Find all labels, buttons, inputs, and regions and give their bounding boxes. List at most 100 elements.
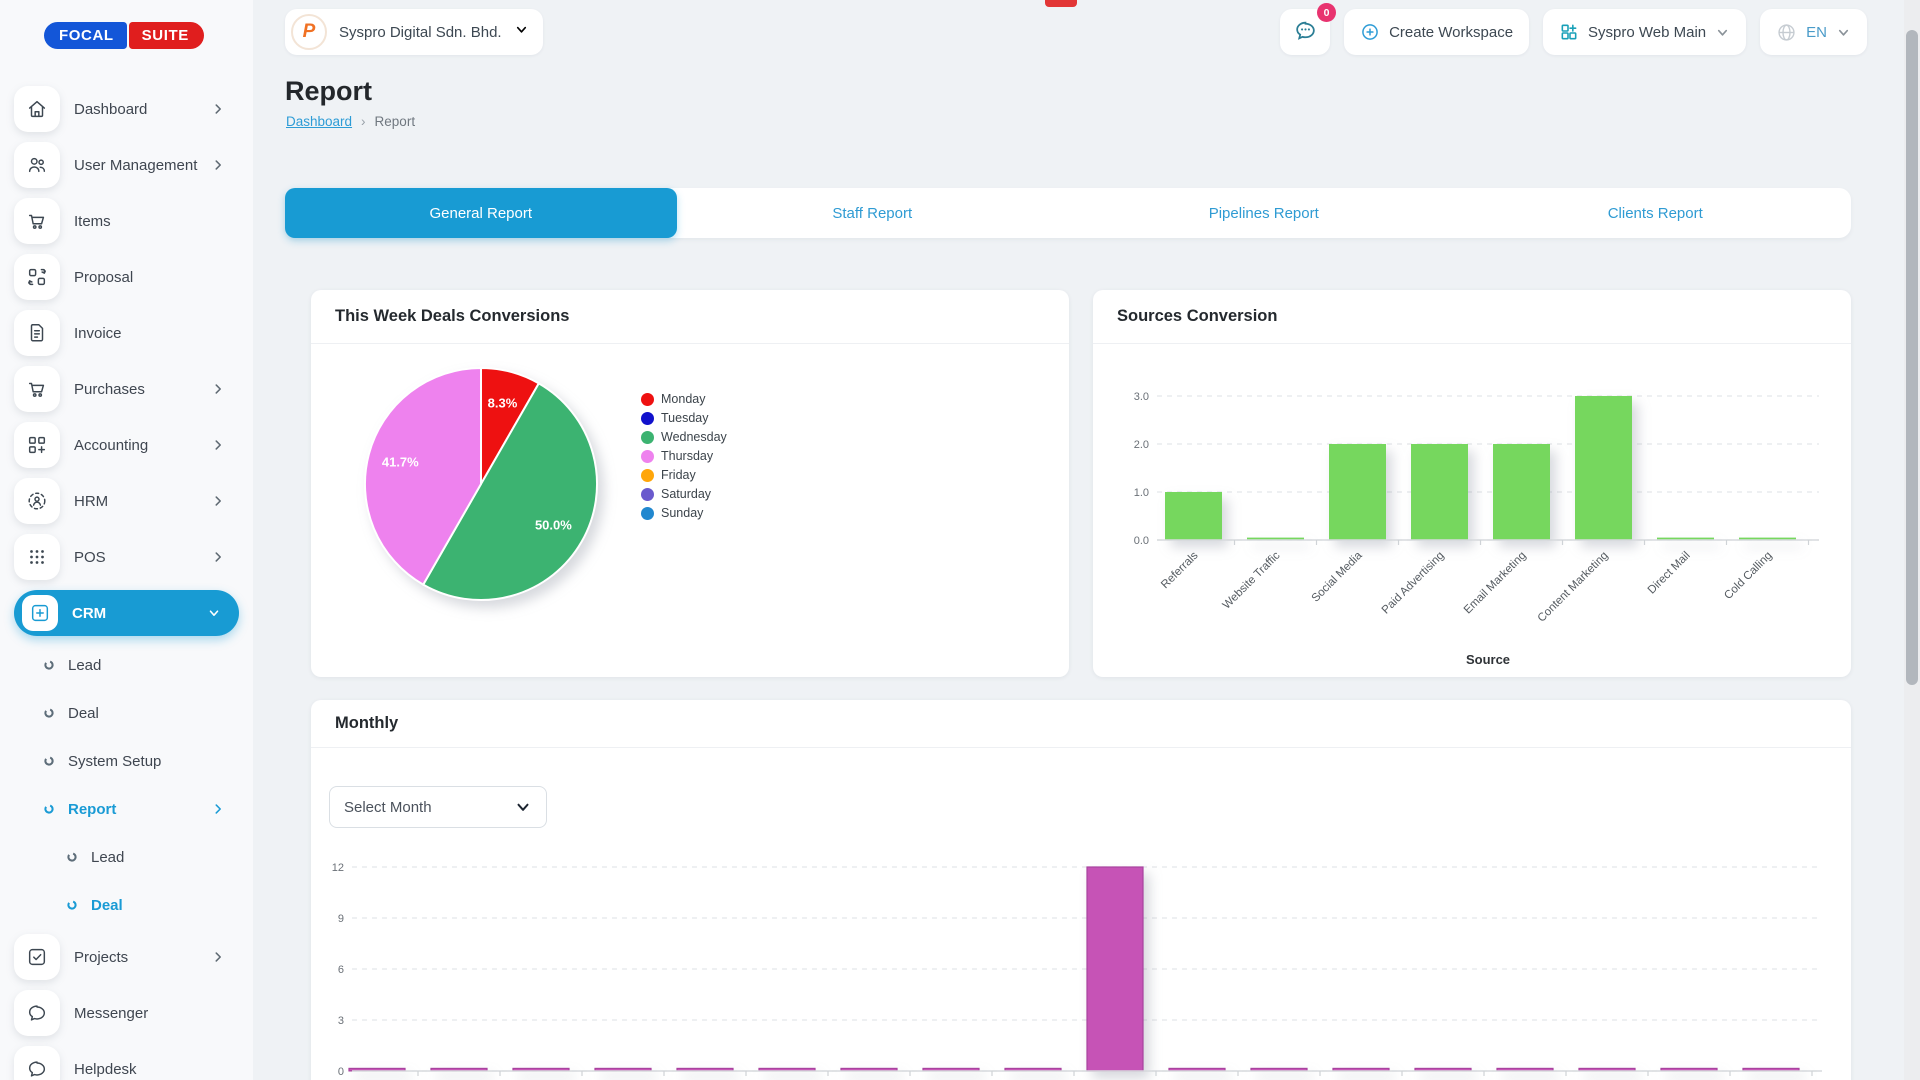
sidebar-item-dashboard[interactable]: Dashboard [14, 86, 239, 132]
create-workspace-button[interactable]: Create Workspace [1344, 9, 1529, 55]
sidebar-item-label: Accounting [74, 437, 148, 454]
home-icon [14, 86, 60, 132]
projects-icon [14, 934, 60, 980]
scrollbar-thumb[interactable] [1906, 30, 1918, 685]
svg-text:Website Traffic: Website Traffic [1221, 549, 1283, 611]
bullet-icon [43, 803, 55, 815]
chevron-down-icon [1715, 25, 1730, 40]
workspace-selector[interactable]: Syspro Web Main [1543, 9, 1746, 55]
page-title: Report [285, 76, 372, 107]
sidebar-subsubitem-deal[interactable]: Deal [14, 886, 239, 924]
crm-icon [22, 595, 58, 631]
tab-clients-report[interactable]: Clients Report [1460, 188, 1852, 238]
chat-icon [1293, 18, 1318, 46]
sidebar-subitem-report[interactable]: Report [14, 790, 239, 828]
svg-text:3: 3 [338, 1015, 344, 1027]
sidebar-item-items[interactable]: Items [14, 198, 239, 244]
legend-label: Saturday [661, 487, 711, 501]
sidebar-item-invoice[interactable]: Invoice [14, 310, 239, 356]
chevron-right-icon [211, 102, 225, 116]
legend-dot [641, 488, 654, 501]
workspace-name: Syspro Web Main [1588, 24, 1706, 41]
topbar: P Syspro Digital Sdn. Bhd. 0 Create Work… [285, 6, 1867, 58]
breadcrumb: Dashboard › Report [286, 114, 415, 129]
chevron-down-icon [514, 22, 529, 42]
tab-staff-report[interactable]: Staff Report [677, 188, 1069, 238]
chevron-right-icon [211, 550, 225, 564]
sidebar-item-proposal[interactable]: Proposal [14, 254, 239, 300]
sidebar-subitem-deal[interactable]: Deal [14, 694, 239, 732]
tab-general-report[interactable]: General Report [285, 188, 677, 238]
month-select[interactable]: Select Month [329, 786, 547, 828]
focal-suite-logo[interactable]: FOCAL SUITE [44, 22, 253, 49]
legend-label: Tuesday [661, 411, 708, 425]
sidebar-item-label: Invoice [74, 325, 122, 342]
week-deals-pie-chart: 8.3%50.0%41.7% [335, 346, 627, 633]
legend-label: Sunday [661, 506, 703, 520]
sidebar-item-helpdesk[interactable]: Helpdesk [14, 1046, 239, 1080]
legend-item-friday: Friday [641, 468, 727, 482]
week-deals-card-title: This Week Deals Conversions [335, 307, 569, 326]
monthly-bar-chart: 036912 [322, 848, 1851, 1080]
week-deals-card-body: 8.3%50.0%41.7% MondayTuesdayWednesdayThu… [311, 344, 1069, 676]
chevron-right-icon [211, 950, 225, 964]
sidebar-item-label: User Management [74, 157, 197, 174]
company-logo-icon: P [291, 14, 327, 50]
app-root: FOCAL SUITE Dashboard User Management Item… [0, 0, 1920, 1080]
sidebar-item-messenger[interactable]: Messenger [14, 990, 239, 1036]
breadcrumb-dashboard-link[interactable]: Dashboard [286, 114, 352, 129]
svg-text:9: 9 [338, 913, 344, 925]
sidebar-item-label: Items [74, 213, 111, 230]
svg-text:3.0: 3.0 [1134, 391, 1149, 403]
logo-focal-text: FOCAL [44, 22, 127, 49]
svg-text:0.0: 0.0 [1134, 535, 1149, 547]
svg-text:1.0: 1.0 [1134, 487, 1149, 499]
main-content: Report Dashboard › Report General Report… [285, 70, 1851, 1080]
globe-icon [1776, 22, 1797, 43]
sidebar-item-label: Lead [68, 657, 101, 674]
sidebar-item-pos[interactable]: POS [14, 534, 239, 580]
invoice-icon [14, 310, 60, 356]
sidebar-subitem-system-setup[interactable]: System Setup [14, 742, 239, 780]
sidebar-item-projects[interactable]: Projects [14, 934, 239, 980]
topbar-actions: 0 Create Workspace Syspro Web Main EN [1280, 9, 1867, 55]
chevron-right-icon [211, 158, 225, 172]
hrm-icon [14, 478, 60, 524]
scrollbar[interactable] [1904, 0, 1920, 1080]
sidebar-item-label: HRM [74, 493, 108, 510]
legend-item-tuesday: Tuesday [641, 411, 727, 425]
sidebar-item-label: Dashboard [74, 101, 147, 118]
svg-text:41.7%: 41.7% [382, 455, 419, 470]
sidebar-item-purchases[interactable]: Purchases [14, 366, 239, 412]
legend-item-monday: Monday [641, 392, 727, 406]
chevron-down-icon [207, 606, 221, 620]
sidebar-nav: Dashboard User Management Items Proposal Inv… [0, 86, 253, 1080]
bullet-icon [66, 899, 78, 911]
legend-dot [641, 412, 654, 425]
legend-dot [641, 450, 654, 463]
tab-pipelines-report[interactable]: Pipelines Report [1068, 188, 1460, 238]
legend-dot [641, 431, 654, 444]
monthly-card-header: Monthly [311, 700, 1851, 748]
sidebar-item-hrm[interactable]: HRM [14, 478, 239, 524]
svg-text:Source: Source [1466, 652, 1510, 667]
chevron-down-icon [1836, 25, 1851, 40]
sidebar-subitem-lead[interactable]: Lead [14, 646, 239, 684]
bullet-icon [43, 707, 55, 719]
workspace-grid-icon [1559, 22, 1579, 42]
sidebar-item-user-management[interactable]: User Management [14, 142, 239, 188]
messages-button[interactable]: 0 [1280, 9, 1330, 55]
sidebar-item-label: POS [74, 549, 106, 566]
language-selector[interactable]: EN [1760, 9, 1867, 55]
svg-text:12: 12 [332, 862, 344, 874]
sources-conversion-card: Sources Conversion 0.01.02.03.0Referrals… [1093, 290, 1851, 677]
sidebar-item-label: Helpdesk [74, 1061, 137, 1078]
company-selector[interactable]: P Syspro Digital Sdn. Bhd. [285, 9, 543, 55]
monthly-card: Monthly Select Month 036912 [311, 700, 1851, 1080]
sidebar-item-label: Deal [68, 705, 99, 722]
sidebar-item-accounting[interactable]: Accounting [14, 422, 239, 468]
legend-item-wednesday: Wednesday [641, 430, 727, 444]
legend-item-sunday: Sunday [641, 506, 727, 520]
sidebar-item-crm[interactable]: CRM [14, 590, 239, 636]
sidebar-subsubitem-lead[interactable]: Lead [14, 838, 239, 876]
